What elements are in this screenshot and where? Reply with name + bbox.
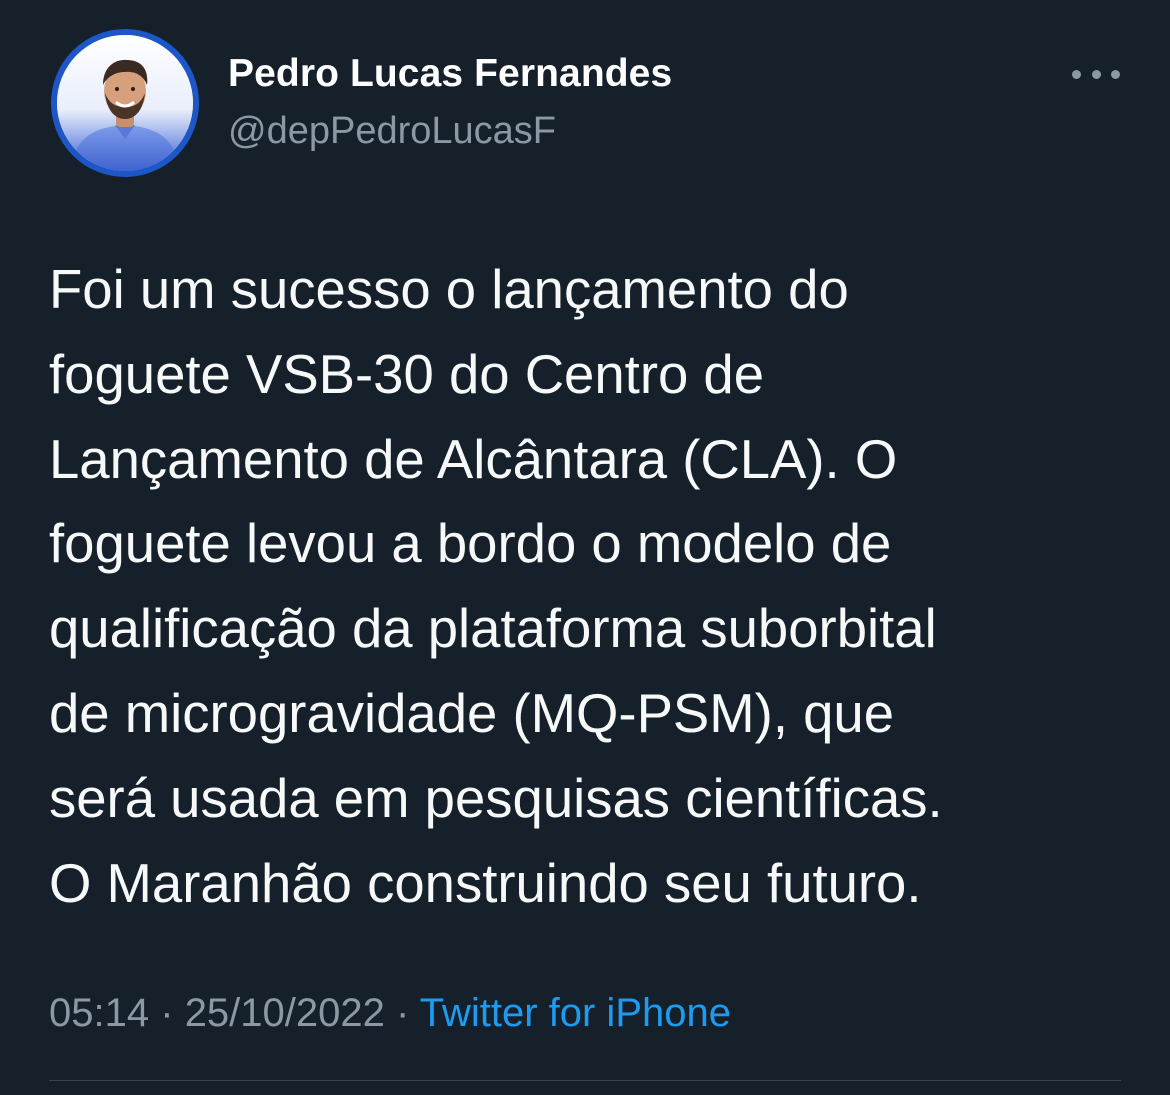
tweet-text: Foi um sucesso o lançamento do foguete V… [49,248,1129,926]
tweet-meta: 05:14 · 25/10/2022 · Twitter for iPhone [49,991,731,1036]
tweet-text-line: foguete levou a bordo o modelo de [49,513,892,575]
tweet-date[interactable]: 25/10/2022 [185,991,385,1035]
dot [1111,69,1120,79]
meta-separator: · [160,991,174,1035]
author-handle[interactable]: @depPedroLucasF [228,110,556,153]
tweet-text-line: qualificação da plataforma suborbital [49,598,937,660]
tweet-time[interactable]: 05:14 [49,991,149,1035]
more-dots-icon[interactable] [1072,60,1120,88]
tweet-text-line: O Maranhão construindo seu futuro. [49,852,922,914]
tweet-source-link[interactable]: Twitter for iPhone [420,991,731,1035]
divider [49,1080,1121,1081]
dot [1091,69,1101,79]
tweet: Pedro Lucas Fernandes @depPedroLucasF Fo… [0,0,1170,1095]
tweet-text-line: será usada em pesquisas científicas. [49,767,943,829]
dot [1072,69,1081,79]
tweet-text-line: Lançamento de Alcântara (CLA). O [49,428,898,490]
avatar[interactable] [51,29,199,177]
tweet-text-line: de microgravidade (MQ-PSM), que [49,682,895,744]
author-display-name[interactable]: Pedro Lucas Fernandes [228,52,672,96]
tweet-text-line: Foi um sucesso o lançamento do [49,259,849,320]
tweet-text-line: foguete VSB-30 do Centro de [49,343,765,405]
profile-photo [57,35,193,171]
meta-separator: · [396,991,410,1035]
